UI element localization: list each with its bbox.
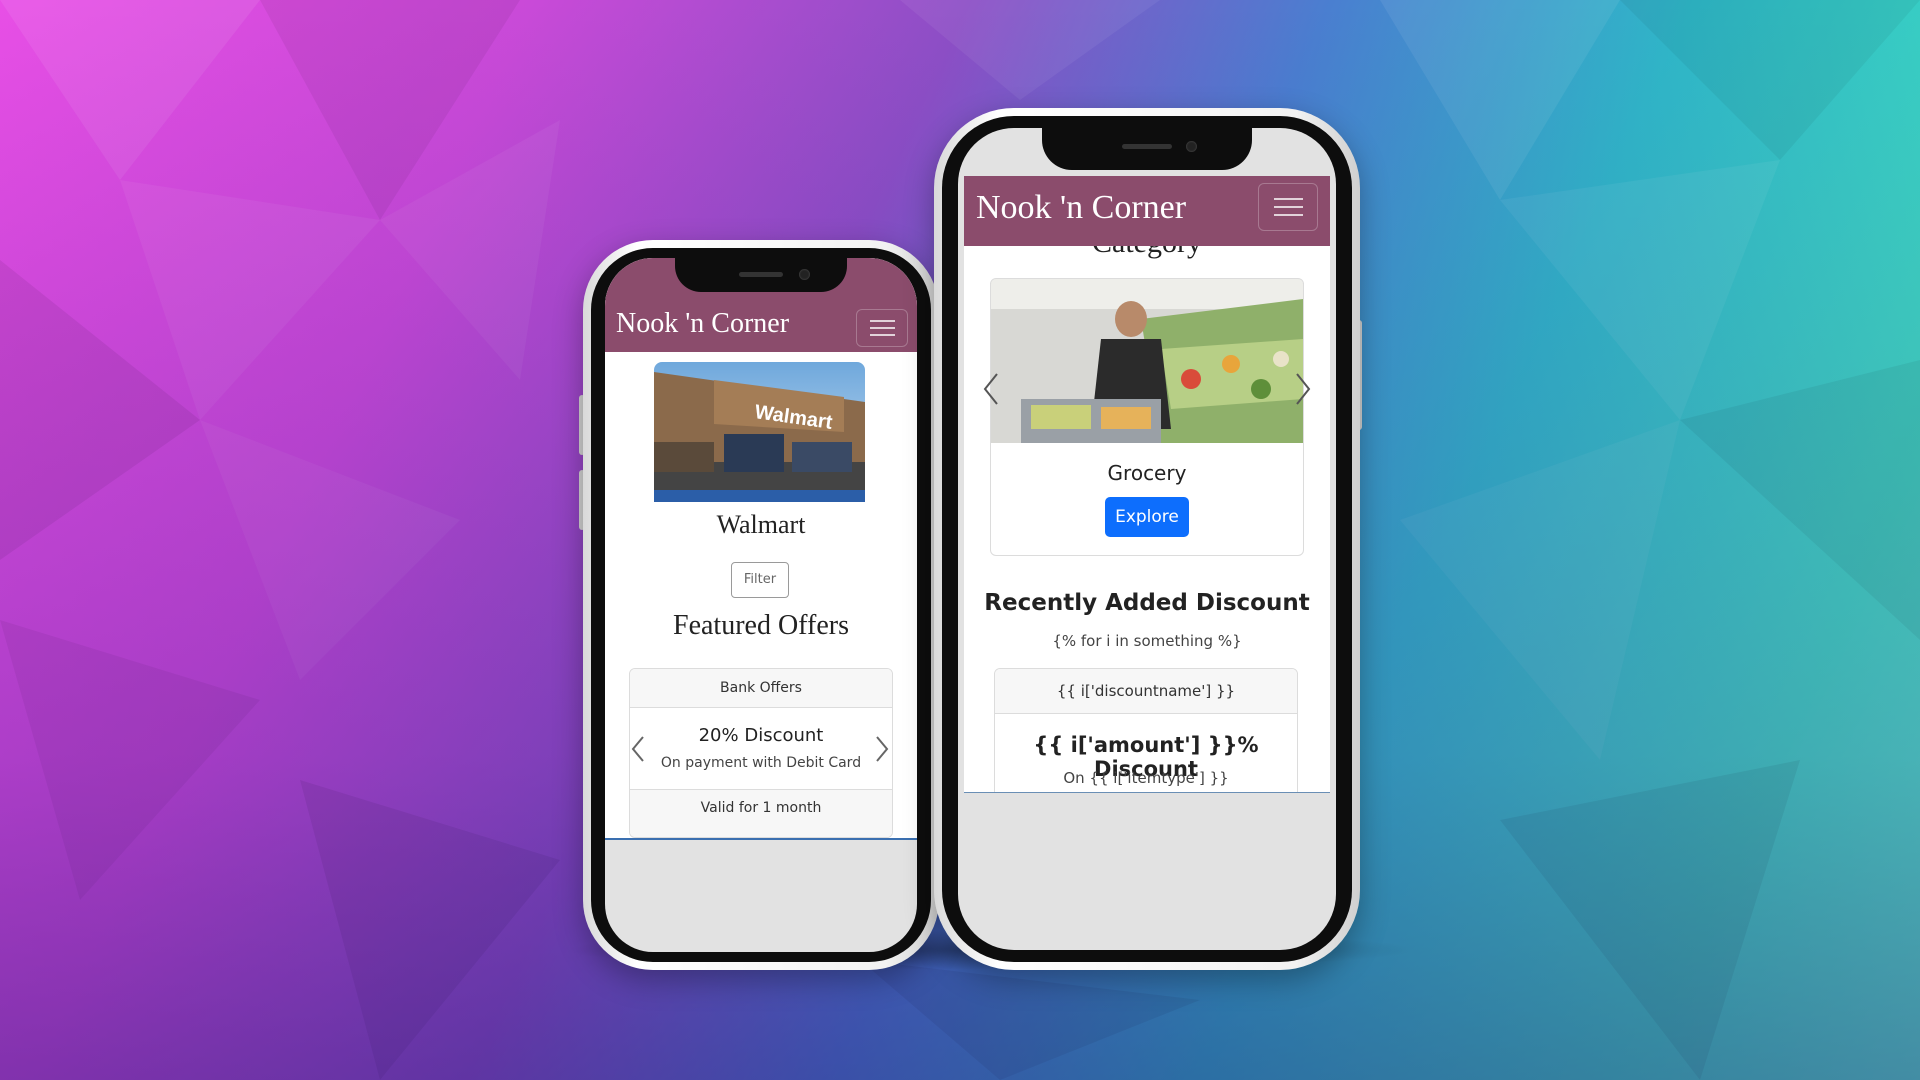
front-camera [799,269,810,280]
discount-card-header: {{ i['discountname'] }} [995,669,1297,714]
explore-button[interactable]: Explore [1105,497,1189,537]
filter-button[interactable]: Filter [731,562,789,598]
grocery-image [991,279,1303,443]
offer-card-footer: Valid for 1 month [630,789,892,837]
offer-title: 20% Discount [698,725,824,746]
hamburger-icon [869,320,895,322]
brand-logo[interactable]: Nook 'n Corner [976,189,1186,227]
section-title: Featured Offers [673,610,849,641]
menu-toggle-button[interactable] [856,309,908,347]
discount-card-header-text: {{ i['discountname'] }} [1056,682,1236,700]
offer-subtitle: On payment with Debit Card [660,755,862,771]
menu-toggle-button[interactable] [1258,183,1318,231]
hamburger-icon-line [869,327,895,329]
right-phone-screen: Category Nook 'n Corner [958,128,1336,950]
offer-card: Bank Offers 20% Discount On payment with… [629,668,893,838]
hamburger-icon [1273,198,1303,200]
left-phone: Nook 'n Corner Walmart Walmart Filter Fe… [583,240,939,970]
chevron-right-icon[interactable] [874,735,890,763]
hamburger-icon-line [869,334,895,336]
chevron-left-icon[interactable] [982,372,1000,406]
discount-card: {{ i['discountname'] }} {{ i['amount'] }… [994,668,1298,792]
right-phone: Category Nook 'n Corner [934,108,1360,970]
navbar: Nook 'n Corner [964,176,1330,246]
template-loop-text: {% for i in something %} [1052,632,1242,650]
left-page: Nook 'n Corner Walmart Walmart Filter Fe… [605,258,917,840]
section-title: Recently Added Discount [984,590,1310,616]
category-name: Grocery [1107,461,1187,485]
hamburger-icon-line [1273,214,1303,216]
speaker [739,272,783,277]
chevron-right-icon[interactable] [1294,372,1312,406]
left-phone-screen: Nook 'n Corner Walmart Walmart Filter Fe… [605,258,917,952]
left-phone-notch [675,258,847,292]
right-page: Category Nook 'n Corner [964,176,1330,792]
store-image: Walmart [654,362,865,502]
discount-subtitle: On {{ i['itemtype'] }} [1063,769,1229,787]
page-bottom-border [964,792,1330,793]
page-bottom-border [605,838,917,840]
hamburger-icon-line [1273,206,1303,208]
offer-card-header: Bank Offers [630,669,892,708]
category-card: Grocery Explore [990,278,1304,556]
front-camera [1186,141,1197,152]
offer-validity: Valid for 1 month [700,800,822,816]
chevron-left-icon[interactable] [630,735,646,763]
speaker [1122,144,1172,149]
brand-logo[interactable]: Nook 'n Corner [616,308,789,340]
offer-card-header-text: Bank Offers [720,680,802,696]
store-name: Walmart [716,510,806,539]
right-phone-notch [1042,128,1252,170]
